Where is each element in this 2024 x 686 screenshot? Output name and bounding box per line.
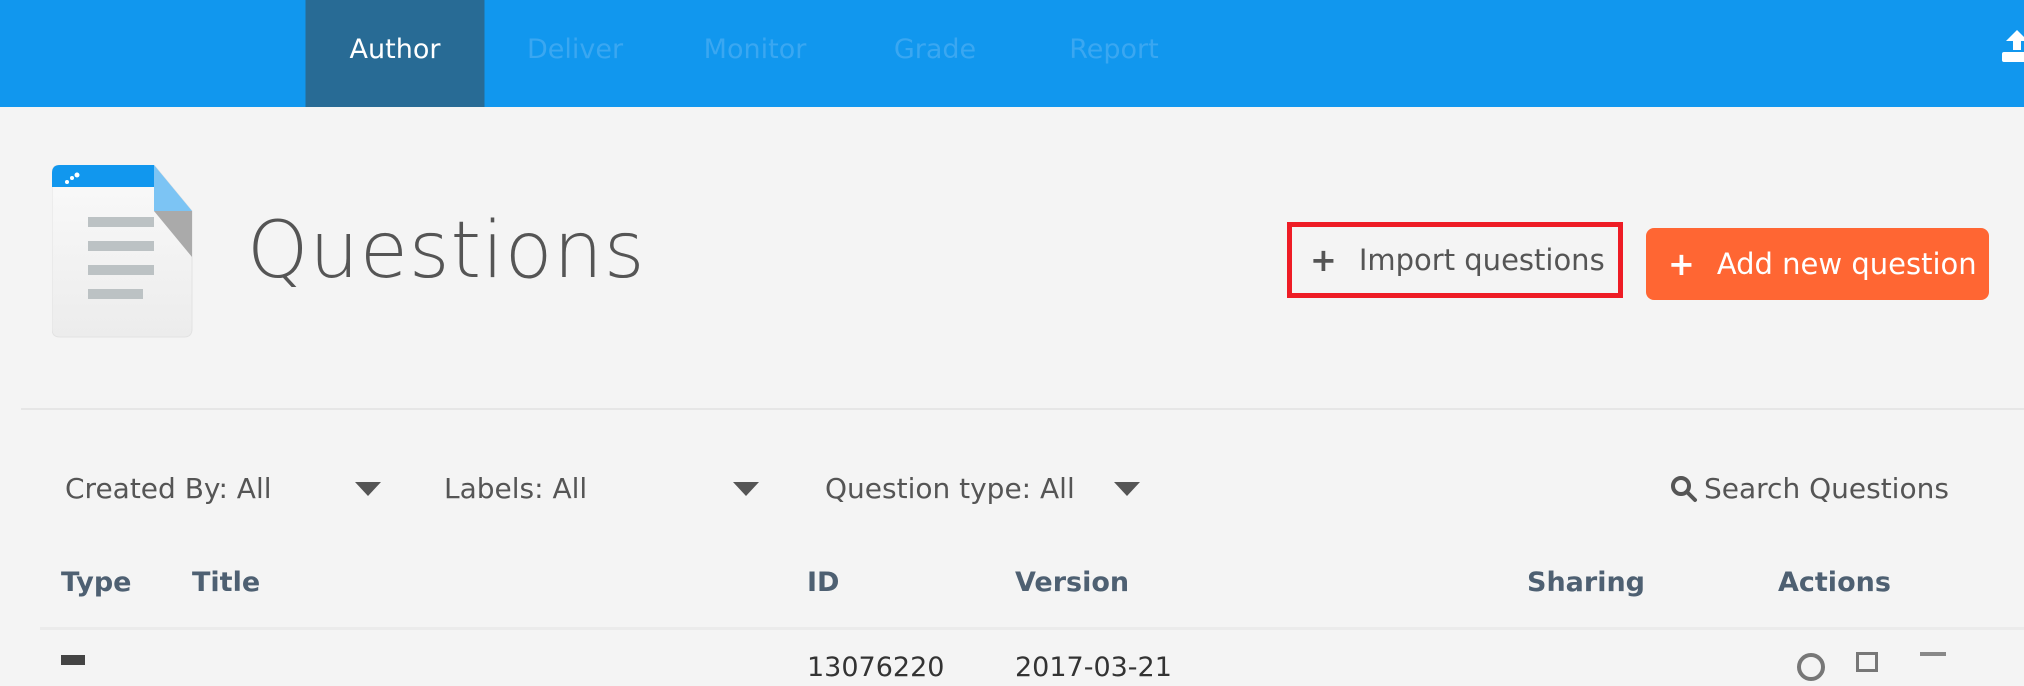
import-questions-button[interactable]: + Import questions	[1287, 222, 1623, 298]
add-new-question-label: Add new question	[1716, 247, 1977, 281]
column-id[interactable]: ID	[807, 565, 839, 601]
row-id: 13076220	[807, 652, 945, 683]
page-title: Questions	[247, 206, 646, 296]
chevron-down-icon[interactable]	[355, 482, 381, 496]
tab-monitor[interactable]: Monitor	[704, 0, 807, 107]
created-by-filter[interactable]: Created By: All	[65, 470, 272, 508]
question-type-filter[interactable]: Question type: All	[825, 470, 1075, 508]
tab-deliver[interactable]: Deliver	[527, 0, 623, 107]
tab-grade[interactable]: Grade	[894, 0, 976, 107]
top-nav: Author Deliver Monitor Grade Report	[0, 0, 2024, 107]
column-actions[interactable]: Actions	[1778, 565, 1891, 601]
question-type-icon	[61, 655, 85, 665]
plus-icon: +	[1310, 241, 1337, 279]
search-label: Search Questions	[1704, 472, 1949, 505]
preview-icon[interactable]	[1797, 653, 1825, 681]
labels-filter[interactable]: Labels: All	[444, 470, 587, 508]
column-version[interactable]: Version	[1015, 565, 1129, 601]
copy-icon[interactable]	[1856, 652, 1878, 672]
tab-report[interactable]: Report	[1069, 0, 1159, 107]
upload-icon[interactable]	[2002, 30, 2024, 64]
trash-icon[interactable]	[1920, 652, 1946, 672]
column-type[interactable]: Type	[61, 565, 131, 601]
import-questions-label: Import questions	[1358, 243, 1605, 277]
chevron-down-icon[interactable]	[1114, 482, 1140, 496]
tab-author[interactable]: Author	[305, 0, 485, 107]
column-title[interactable]: Title	[192, 565, 260, 601]
row-divider	[40, 627, 2024, 630]
document-icon	[52, 165, 193, 338]
row-version: 2017-03-21	[1015, 652, 1172, 683]
column-sharing[interactable]: Sharing	[1527, 565, 1645, 601]
add-new-question-button[interactable]: + Add new question	[1646, 228, 1989, 300]
plus-icon: +	[1668, 245, 1695, 283]
search-questions[interactable]: Search Questions	[1670, 470, 1949, 508]
chevron-down-icon[interactable]	[733, 482, 759, 496]
divider	[21, 408, 2024, 410]
search-icon	[1671, 476, 1697, 502]
